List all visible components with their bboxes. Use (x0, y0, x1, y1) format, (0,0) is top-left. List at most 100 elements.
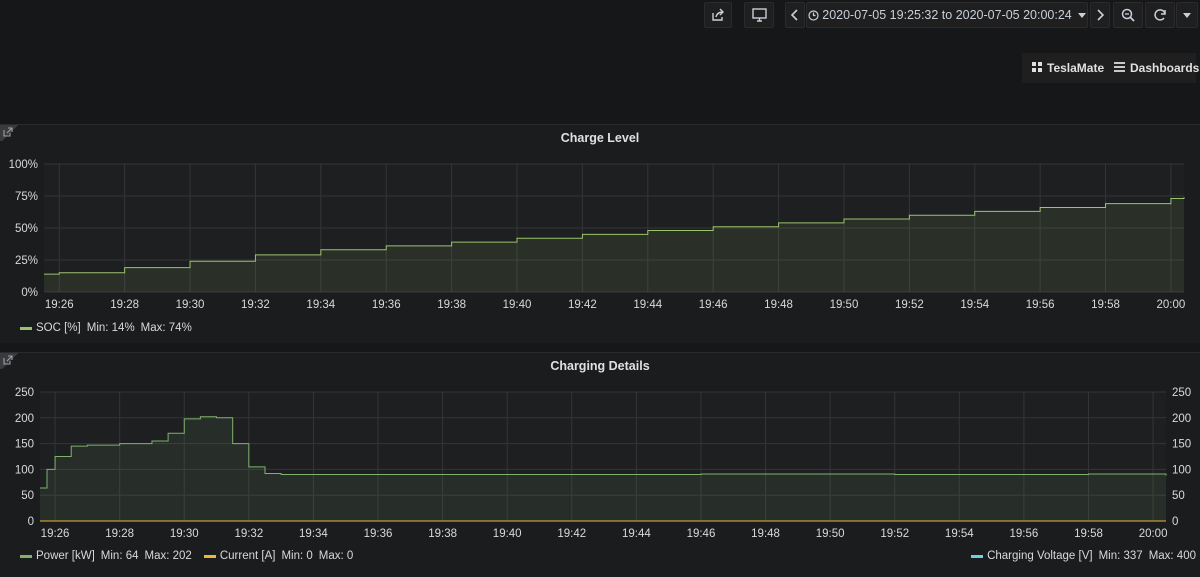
refresh-icon (1153, 8, 1167, 22)
y-tick-label: 50 (21, 490, 34, 502)
legend-max: Max: 202 (145, 550, 192, 562)
menu-icon (1114, 61, 1125, 75)
legend-swatch (20, 555, 32, 558)
x-tick-label: 19:48 (764, 299, 793, 311)
share-dashboard-button[interactable] (704, 2, 732, 28)
chart-legend-right: Charging Voltage [V] Min: 337 Max: 400 (971, 550, 1196, 562)
tv-mode-button[interactable] (744, 2, 774, 28)
x-tick-label: 19:56 (1010, 528, 1039, 540)
teslamate-link[interactable]: TeslaMate (1022, 53, 1106, 83)
x-tick-label: 19:28 (110, 299, 139, 311)
y-tick-label: 25% (15, 255, 38, 267)
dashboards-link[interactable]: Dashboards (1106, 53, 1196, 83)
x-tick-label: 19:30 (176, 299, 205, 311)
y-tick-label: 100 (15, 464, 34, 476)
legend-min: Min: 64 (101, 550, 139, 562)
time-forward-button[interactable] (1090, 2, 1110, 28)
legend-series-name: Current [A] (220, 550, 276, 562)
zoom-out-button[interactable] (1113, 2, 1143, 28)
legend-item-soc[interactable]: SOC [%] Min: 14% Max: 74% (20, 322, 192, 334)
x-tick-label: 19:40 (503, 299, 532, 311)
y2-tick-label: 200 (1172, 413, 1191, 425)
charging-details-chart[interactable]: 05010015020025005010015020025019:2619:28… (0, 353, 1200, 577)
caret-down-icon (1078, 13, 1086, 18)
teslamate-link-label: TeslaMate (1047, 61, 1104, 75)
grid-icon (1032, 61, 1042, 75)
x-tick-label: 19:42 (568, 299, 597, 311)
x-tick-label: 19:40 (493, 528, 522, 540)
refresh-button[interactable] (1145, 2, 1175, 28)
x-tick-label: 19:56 (1026, 299, 1055, 311)
x-tick-label: 19:36 (372, 299, 401, 311)
legend-series-name: Charging Voltage [V] (987, 550, 1093, 562)
x-tick-label: 19:38 (437, 299, 466, 311)
x-tick-label: 19:58 (1091, 299, 1120, 311)
x-tick-label: 19:44 (622, 528, 651, 540)
legend-series-name: SOC [%] (36, 322, 81, 334)
y-tick-label: 250 (15, 387, 34, 399)
x-tick-label: 19:32 (234, 528, 263, 540)
legend-max: Max: 400 (1149, 550, 1196, 562)
legend-swatch (204, 555, 216, 558)
legend-swatch (20, 327, 32, 330)
share-icon (711, 8, 725, 22)
x-tick-label: 19:44 (633, 299, 662, 311)
x-tick-label: 19:32 (241, 299, 270, 311)
legend-item-voltage[interactable]: Charging Voltage [V] Min: 337 Max: 400 (971, 550, 1196, 562)
x-tick-label: 19:50 (830, 299, 859, 311)
charge-level-panel: Charge Level 0%25%50%75%100%19:2619:2819… (0, 124, 1200, 343)
legend-min: Min: 0 (281, 550, 312, 562)
charge-level-chart[interactable]: 0% 25% 50% 75% 100% 19:26 19:28 19:30 19:32 19:34… (0, 125, 1200, 343)
clock-icon (808, 10, 819, 21)
chart-legend: SOC [%] Min: 14% Max: 74% (20, 322, 204, 334)
chart-legend: Power [kW] Min: 64 Max: 202 Current [A] … (20, 550, 365, 562)
x-tick-label: 19:54 (945, 528, 974, 540)
monitor-icon (752, 8, 767, 22)
legend-max: Max: 0 (319, 550, 354, 562)
x-tick-label: 19:34 (306, 299, 335, 311)
x-tick-label: 19:52 (880, 528, 909, 540)
y-tick-label: 50% (15, 223, 38, 235)
legend-item-power[interactable]: Power [kW] Min: 64 Max: 202 (20, 550, 192, 562)
x-tick-label: 19:54 (960, 299, 989, 311)
caret-down-icon (1183, 13, 1191, 18)
y2-tick-label: 100 (1172, 464, 1191, 476)
x-tick-label: 19:36 (364, 528, 393, 540)
x-tick-label: 19:52 (895, 299, 924, 311)
x-tick-label: 19:26 (45, 299, 74, 311)
x-tick-label: 19:46 (699, 299, 728, 311)
legend-max: Max: 74% (141, 322, 192, 334)
y2-tick-label: 50 (1172, 490, 1185, 502)
y2-tick-label: 0 (1172, 516, 1178, 528)
y2-tick-label: 150 (1172, 439, 1191, 451)
time-range-picker[interactable]: 2020-07-05 19:25:32 to 2020-07-05 20:00:… (806, 2, 1088, 28)
x-tick-label: 20:00 (1157, 299, 1186, 311)
legend-min: Min: 14% (87, 322, 135, 334)
x-tick-label: 19:46 (687, 528, 716, 540)
x-tick-label: 19:42 (557, 528, 586, 540)
y-tick-label: 75% (15, 191, 38, 203)
legend-item-current[interactable]: Current [A] Min: 0 Max: 0 (204, 550, 353, 562)
chevron-right-icon (1096, 9, 1104, 21)
y-tick-label: 150 (15, 439, 34, 451)
y-tick-label: 0% (21, 287, 38, 299)
refresh-interval-dropdown[interactable] (1176, 2, 1198, 28)
x-tick-label: 19:38 (428, 528, 457, 540)
x-tick-label: 19:58 (1074, 528, 1103, 540)
time-range-label: 2020-07-05 19:25:32 to 2020-07-05 20:00:… (822, 8, 1072, 22)
x-tick-label: 19:48 (751, 528, 780, 540)
y-tick-label: 200 (15, 413, 34, 425)
x-tick-label: 19:30 (170, 528, 199, 540)
y2-tick-label: 250 (1172, 387, 1191, 399)
x-tick-label: 19:34 (299, 528, 328, 540)
chevron-left-icon (791, 9, 799, 21)
legend-series-name: Power [kW] (36, 550, 95, 562)
dashboards-link-label: Dashboards (1130, 61, 1199, 75)
legend-min: Min: 337 (1099, 550, 1143, 562)
search-minus-icon (1121, 8, 1135, 22)
y-tick-label: 100% (9, 159, 38, 171)
time-back-button[interactable] (785, 2, 805, 28)
y-tick-label: 0 (28, 516, 34, 528)
x-tick-label: 19:26 (41, 528, 70, 540)
charging-details-panel: Charging Details 05010015020025005010015… (0, 352, 1200, 577)
